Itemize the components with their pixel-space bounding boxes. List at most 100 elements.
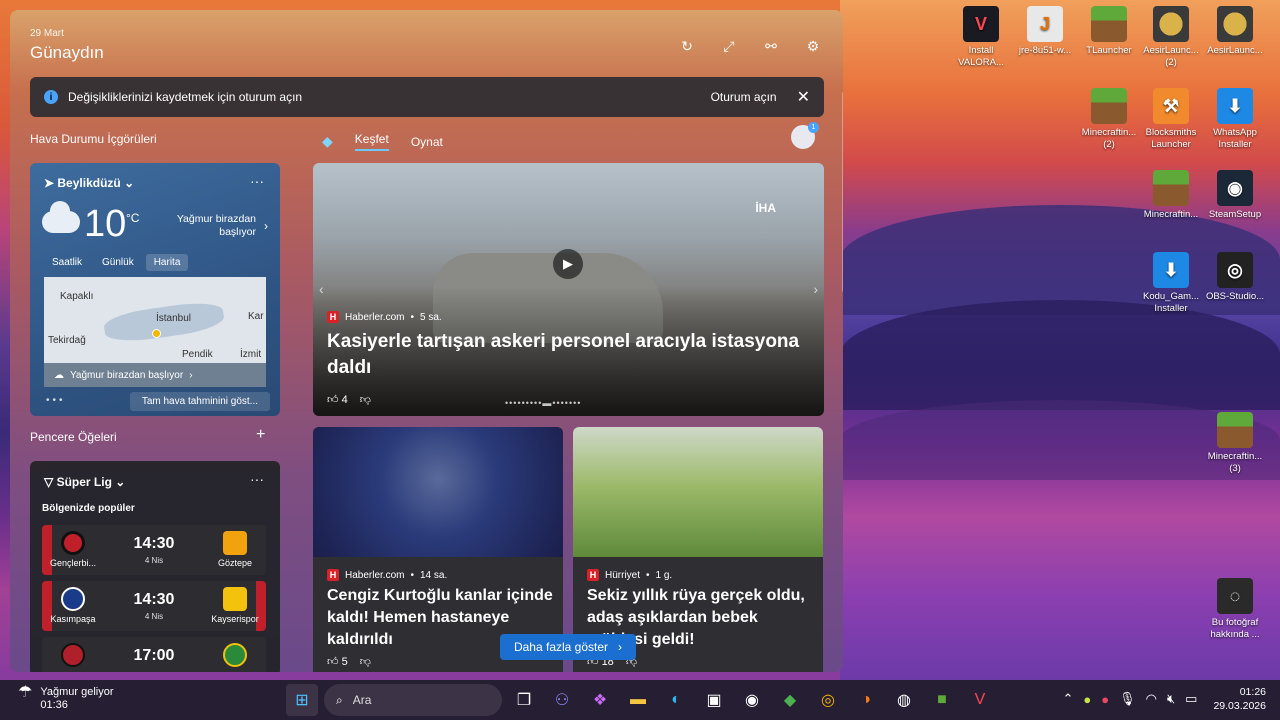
download-icon: ⬇ — [1217, 88, 1253, 124]
league-widget[interactable]: ▽ Süper Lig ⌄ ··· Bölgenizde popüler Gen… — [30, 461, 280, 672]
match-row[interactable]: Kasımpaşa 14:30 4 Nis Kayserispor — [42, 581, 266, 631]
away-team: Göztepe — [204, 531, 266, 568]
source-logo-icon: H — [327, 569, 339, 581]
tab-play[interactable]: Oynat — [411, 135, 443, 149]
like-button[interactable]: 👍︎ 5 — [327, 655, 348, 668]
source-name: Haberler.com — [345, 311, 405, 323]
panel-toolbar: ↻ ⤢ ⚯ ⚙ — [679, 38, 821, 55]
signin-button[interactable]: Oturum açın — [711, 90, 777, 104]
wifi-icon[interactable]: ◠ — [1146, 691, 1157, 707]
league-title[interactable]: ▽ Süper Lig ⌄ — [44, 475, 125, 489]
carousel-pager: •••••••••▬••••••• — [505, 398, 582, 408]
weather-map[interactable]: Kapaklı İstanbul Tekirdağ Pendik Kar İzm… — [44, 277, 266, 387]
android-icon[interactable]: ◆ — [774, 684, 806, 716]
firefox-icon[interactable]: ◑ — [850, 684, 882, 716]
weather-temperature: 10 — [84, 203, 127, 245]
weather-widget[interactable]: ➤ Beylikdüzü ⌄ ··· 10 °C Yağmur birazdan… — [30, 163, 280, 416]
expand-icon[interactable]: ⤢ — [721, 38, 737, 55]
home-team: Gençlerbi... — [42, 531, 104, 568]
search-input[interactable] — [352, 693, 443, 707]
dislike-icon[interactable]: 👎︎ — [360, 393, 371, 406]
desktop-icon-minecraft[interactable]: Minecraftin... — [1140, 170, 1202, 221]
desktop-icon-aesir[interactable]: AesirLaunc... — [1204, 6, 1266, 57]
desktop-icon-photo-info[interactable]: ◌ Bu fotoğraf hakkında ... — [1204, 578, 1266, 641]
match-time: 14:30 — [133, 535, 175, 552]
store-icon[interactable]: ▣ — [698, 684, 730, 716]
steam-icon[interactable]: ◉ — [736, 684, 768, 716]
full-forecast-button[interactable]: Tam hava tahminini göst... — [129, 392, 270, 411]
away-team-name: Kayserispor — [211, 614, 259, 624]
microphone-icon[interactable]: 🎙︎ — [1119, 691, 1136, 707]
file-explorer-icon[interactable]: ▬ — [622, 684, 654, 716]
desktop-icon-kodu[interactable]: ⬇ Kodu_Gam... Installer — [1140, 252, 1202, 315]
desktop-icon-minecraft-3[interactable]: Minecraftin... (3) — [1204, 412, 1266, 475]
teams-icon[interactable]: ⚇ — [546, 684, 578, 716]
home-team: Kasımpaşa — [42, 587, 104, 624]
desktop-icon-tlauncher[interactable]: TLauncher — [1078, 6, 1140, 57]
match-date: 4 Nis — [144, 612, 164, 621]
chevron-up-icon[interactable]: ⌃ — [1062, 691, 1073, 707]
article-image — [313, 427, 563, 557]
taskbar-weather[interactable]: ☂ Yağmur geliyor 01:36 — [18, 685, 114, 712]
chevron-right-icon: › — [189, 369, 193, 381]
share-icon[interactable]: ⚯ — [763, 38, 779, 55]
chevron-right-icon[interactable]: › — [264, 219, 268, 233]
tray-app-icon[interactable]: ● — [1083, 692, 1091, 707]
match-row[interactable]: Gençlerbi... 14:30 4 Nis Göztepe — [42, 525, 266, 575]
close-icon[interactable]: ✕ — [797, 87, 810, 107]
desktop-icon-label: Install VALORA... — [958, 45, 1004, 68]
minecraft-icon[interactable]: ■ — [926, 684, 958, 716]
article-headline[interactable]: Kasiyerle tartışan askeri personel aracı… — [327, 329, 807, 381]
windows-start-icon[interactable]: ⊞ — [286, 684, 318, 716]
valorant-icon[interactable]: V — [964, 684, 996, 716]
map-label: Tekirdağ — [48, 335, 86, 346]
clock[interactable]: 01:26 29.03.2026 — [1213, 685, 1266, 713]
add-widget-icon[interactable]: + — [256, 426, 265, 444]
article-source: H Hürriyet • 1 g. — [587, 569, 672, 581]
tray-app-icon[interactable]: ● — [1101, 692, 1109, 707]
tab-discover[interactable]: Keşfet — [354, 132, 389, 151]
map-status-bar[interactable]: ☁ Yağmur birazdan başlıyor › — [44, 363, 266, 387]
desktop-icon-steam[interactable]: ◉ SteamSetup — [1204, 170, 1266, 221]
desktop-icon-aesir-2[interactable]: AesirLaunc... (2) — [1140, 6, 1202, 69]
more-options-icon[interactable]: ··· — [250, 173, 264, 189]
desktop-icon-label: Minecraftin... (2) — [1081, 127, 1137, 150]
volume-muted-icon[interactable]: 🔇︎ — [1167, 691, 1175, 707]
battery-icon[interactable]: ▭ — [1185, 691, 1197, 707]
grass-block-icon — [1217, 412, 1253, 448]
copilot-icon[interactable]: ❖ — [584, 684, 616, 716]
desktop-icon-java[interactable]: Jjre-8u51-w... — [1014, 6, 1076, 57]
desktop-icon-label: jre-8u51-w... — [1018, 45, 1072, 56]
refresh-icon[interactable]: ↻ — [679, 38, 695, 55]
gear-icon[interactable]: ⚙ — [805, 38, 821, 55]
play-icon[interactable]: ▶ — [553, 249, 583, 279]
task-view-icon[interactable]: ❐ — [508, 684, 540, 716]
tab-daily[interactable]: Günlük — [94, 254, 142, 271]
chrome-icon[interactable]: ◎ — [812, 684, 844, 716]
chevron-left-icon[interactable]: ‹ — [319, 281, 324, 297]
chevron-right-icon[interactable]: › — [813, 281, 818, 297]
desktop-icon-obs[interactable]: ◎ OBS-Studio... — [1204, 252, 1266, 303]
taskbar-search[interactable]: ⌕ — [324, 684, 502, 716]
like-button[interactable]: 👍︎ 4 — [327, 393, 348, 406]
desktop-icon-whatsapp[interactable]: ⬇ WhatsApp Installer — [1204, 88, 1266, 151]
team-crest-icon — [223, 531, 247, 555]
away-team-name: Göztepe — [217, 558, 253, 568]
tab-map[interactable]: Harita — [145, 254, 189, 271]
match-row[interactable]: 17:00 — [42, 637, 266, 672]
show-more-button[interactable]: Daha fazla göster › — [500, 634, 636, 660]
tab-hourly[interactable]: Saatlik — [44, 254, 90, 271]
hammer-icon: ⚒ — [1153, 88, 1189, 124]
edge-icon[interactable]: ◐ — [660, 684, 692, 716]
desktop-icon-minecraft-2[interactable]: Minecraftin... (2) — [1078, 88, 1140, 151]
article-age: 5 sa. — [419, 311, 442, 323]
weather-location[interactable]: ➤ Beylikdüzü ⌄ — [44, 176, 134, 190]
desktop-icon-valorant[interactable]: V Install VALORA... — [950, 6, 1012, 69]
obs-icon[interactable]: ◍ — [888, 684, 920, 716]
hero-article[interactable]: İHA ▶ ‹ › H Haberler.com • 5 sa. Kasiyerle … — [313, 163, 824, 416]
article-reactions: 👍︎ 4 👎︎ — [327, 393, 371, 406]
dislike-icon[interactable]: 👎︎ — [360, 655, 371, 668]
desktop-icon-blocksmiths[interactable]: ⚒ Blocksmiths Launcher — [1140, 88, 1202, 151]
more-options-icon[interactable]: ··· — [250, 471, 264, 487]
scrollbar[interactable] — [842, 92, 843, 292]
